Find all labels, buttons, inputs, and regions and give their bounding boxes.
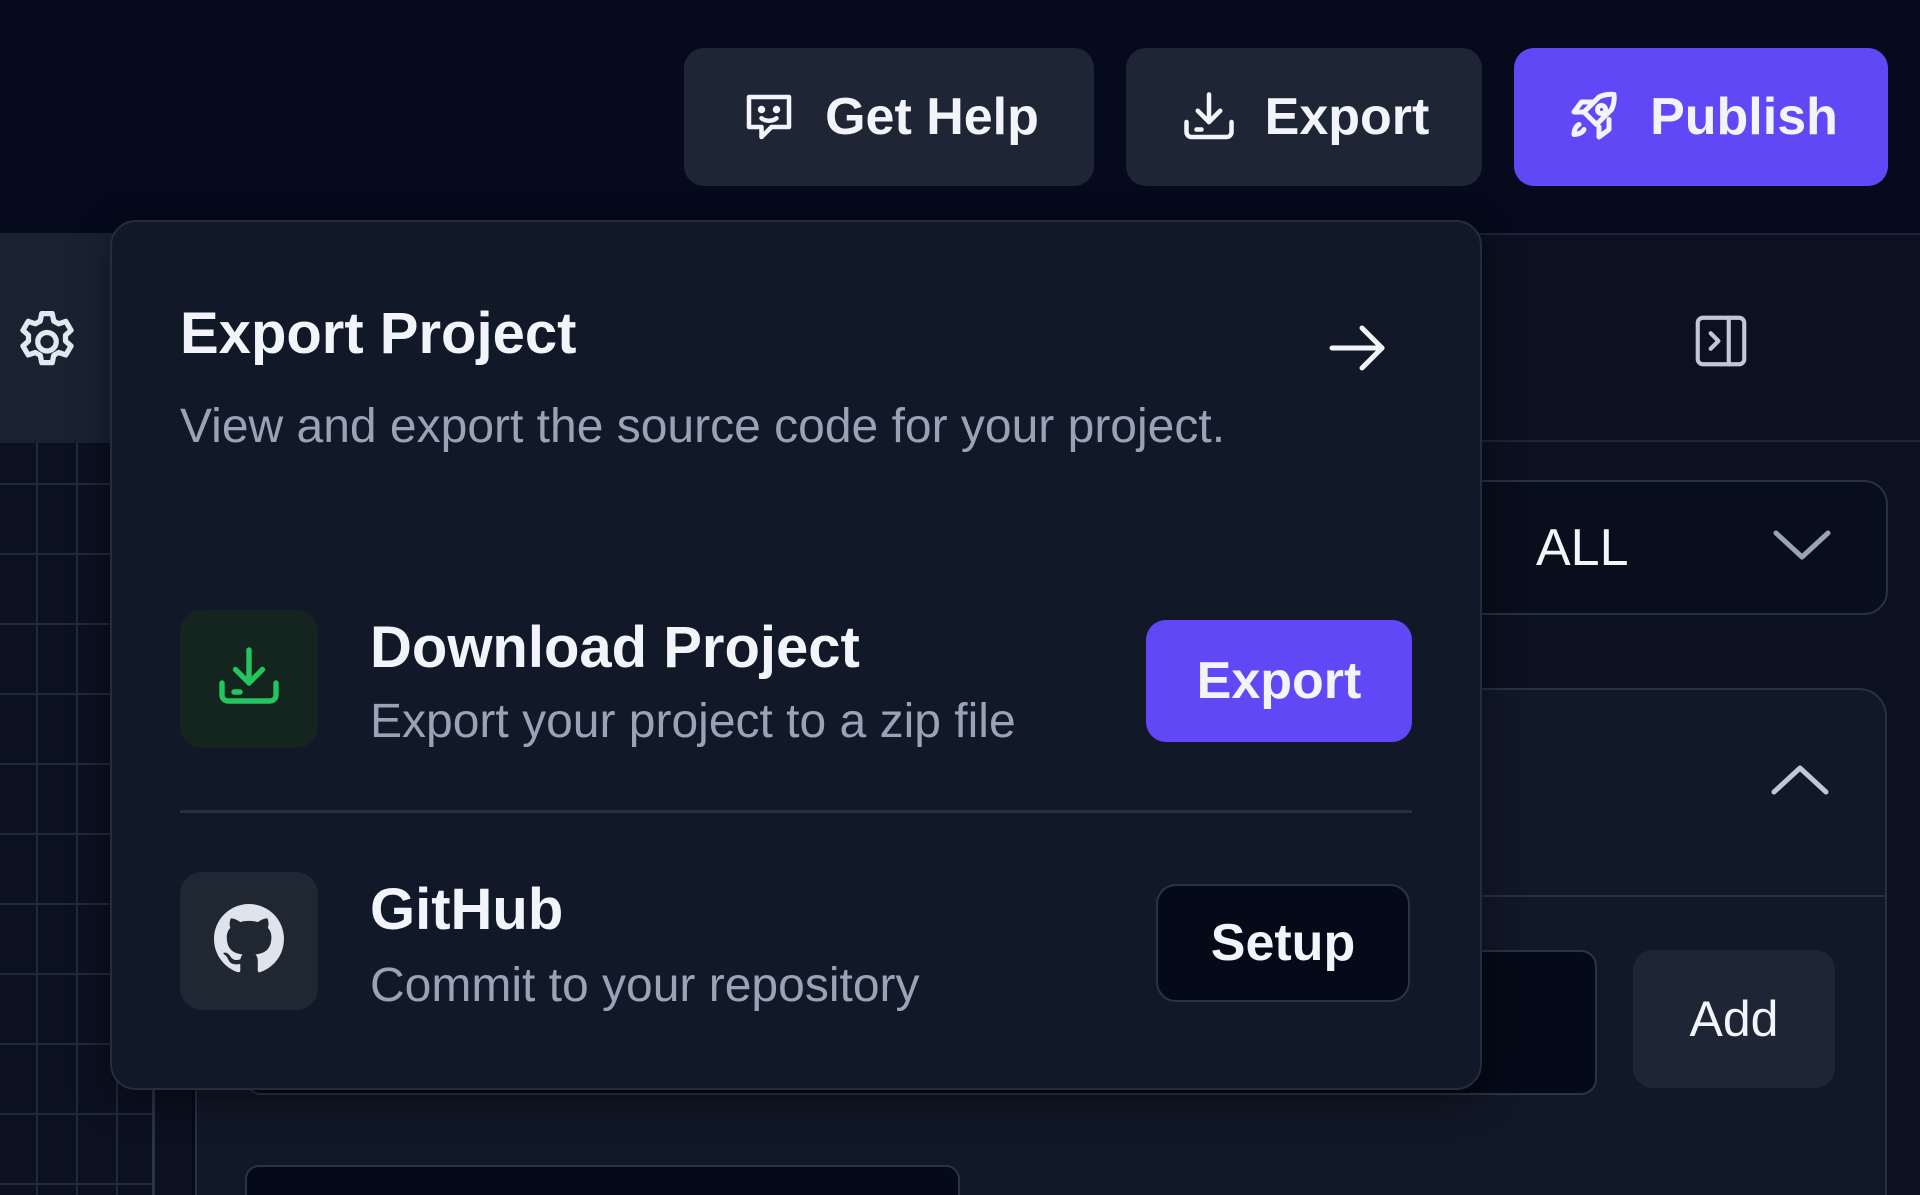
github-icon bbox=[214, 903, 284, 979]
publish-label: Publish bbox=[1650, 88, 1838, 146]
download-option-subtitle: Export your project to a zip file bbox=[370, 695, 1016, 748]
get-help-label: Get Help bbox=[825, 88, 1039, 146]
arrow-right-icon[interactable] bbox=[1328, 322, 1388, 374]
download-tray-icon bbox=[1179, 87, 1239, 147]
github-option-icon-tile bbox=[180, 872, 318, 1010]
chevron-down-icon bbox=[1770, 518, 1834, 578]
download-tray-icon bbox=[213, 641, 285, 718]
panel-header-divider bbox=[1470, 440, 1920, 442]
app-window: Get Help Export Publish ALL Add Export P… bbox=[0, 0, 1920, 1195]
gear-icon[interactable] bbox=[10, 305, 84, 379]
chat-smile-icon bbox=[739, 87, 799, 147]
add-button-label: Add bbox=[1689, 991, 1779, 1047]
github-option-title: GitHub bbox=[370, 877, 564, 942]
popover-divider bbox=[180, 810, 1412, 813]
export-button[interactable]: Export bbox=[1126, 48, 1482, 186]
github-setup-label: Setup bbox=[1210, 914, 1356, 972]
panel-collapse-icon[interactable] bbox=[1690, 310, 1752, 372]
export-project-popover: Export Project View and export the sourc… bbox=[110, 220, 1482, 1090]
publish-button[interactable]: Publish bbox=[1514, 48, 1888, 186]
add-button[interactable]: Add bbox=[1633, 950, 1835, 1088]
github-option-subtitle: Commit to your repository bbox=[370, 959, 920, 1012]
github-setup-button[interactable]: Setup bbox=[1156, 884, 1410, 1002]
download-export-label: Export bbox=[1196, 652, 1362, 710]
download-option-icon-tile bbox=[180, 610, 318, 748]
download-export-button[interactable]: Export bbox=[1146, 620, 1412, 742]
popover-title: Export Project bbox=[180, 301, 577, 366]
rocket-icon bbox=[1564, 87, 1624, 147]
section-divider bbox=[1480, 895, 1885, 897]
chevron-up-icon[interactable] bbox=[1768, 760, 1832, 800]
export-label: Export bbox=[1264, 88, 1430, 146]
popover-description: View and export the source code for your… bbox=[180, 400, 1226, 453]
get-help-button[interactable]: Get Help bbox=[684, 48, 1094, 186]
download-option-title: Download Project bbox=[370, 615, 860, 680]
filter-select[interactable]: ALL bbox=[1450, 480, 1888, 615]
secondary-input[interactable] bbox=[245, 1165, 960, 1195]
filter-select-value: ALL bbox=[1536, 518, 1629, 577]
